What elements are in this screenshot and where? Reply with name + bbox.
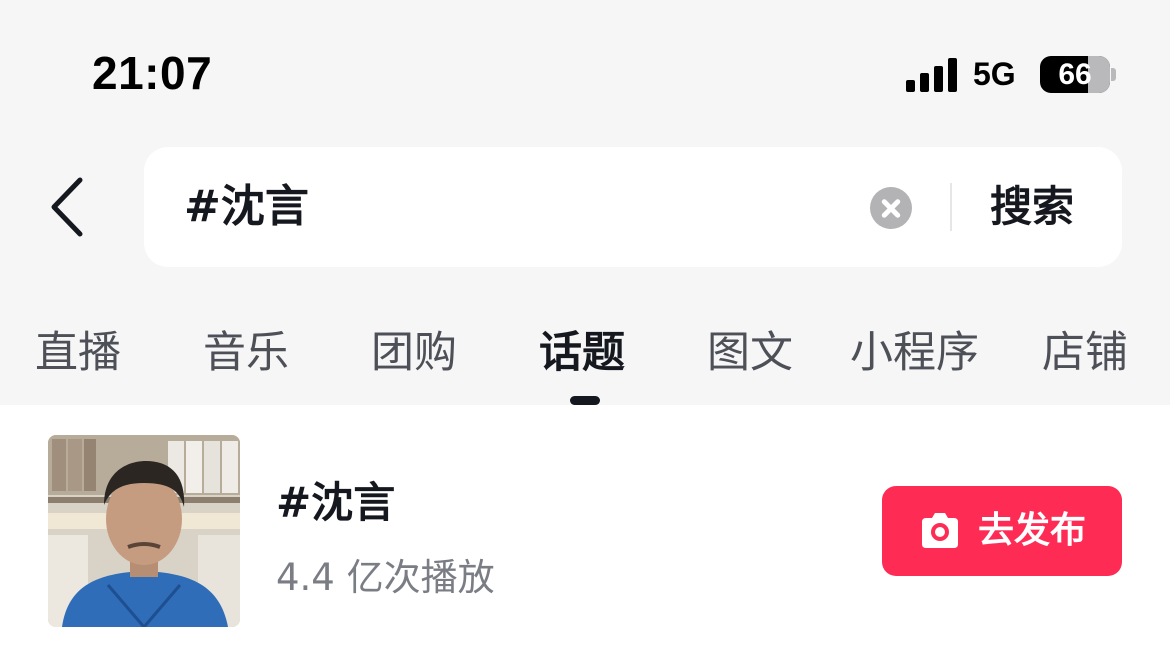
search-input[interactable]: #沈言 [184,147,309,267]
tab-music[interactable]: 音乐 [203,318,289,380]
battery-cap [1111,68,1116,81]
topic-card[interactable]: #沈言 4.4 亿次播放 去发布 [0,405,1170,662]
thumbnail-image [48,435,240,627]
tab-group-buy[interactable]: 团购 [371,318,457,380]
status-time: 21:07 [92,47,213,99]
publish-label: 去发布 [978,510,1087,551]
category-tabs: 直播 音乐 团购 话题 图文 小程序 店铺 [0,300,1170,405]
signal-icon [906,58,960,92]
tab-mini-programs[interactable]: 小程序 [850,318,979,380]
header-area: 21:07 5G 66 #沈言 搜索 直播 音乐 团购 话题 图文 小程序 店铺 [0,0,1170,405]
network-type: 5G [973,56,1016,92]
topic-title[interactable]: #沈言 [276,469,395,530]
publish-button[interactable]: 去发布 [882,486,1122,576]
chevron-left-icon [51,177,83,237]
search-divider [950,183,952,231]
camera-icon [922,513,958,548]
clear-icon[interactable] [870,187,912,229]
battery-level: 66 [1058,58,1092,91]
tab-stores[interactable]: 店铺 [1042,318,1128,380]
search-button[interactable]: 搜索 [990,147,1074,267]
topic-thumbnail[interactable] [48,435,240,627]
active-tab-indicator [570,396,600,405]
tab-live[interactable]: 直播 [35,318,121,380]
tab-topics[interactable]: 话题 [539,318,625,380]
tab-image-text[interactable]: 图文 [707,318,793,380]
search-bar: #沈言 搜索 [144,147,1122,267]
topic-play-count: 4.4 亿次播放 [276,556,495,599]
battery-icon: 66 [1040,56,1110,93]
back-button[interactable] [44,174,94,240]
status-bar: 21:07 5G 66 [0,0,1170,140]
